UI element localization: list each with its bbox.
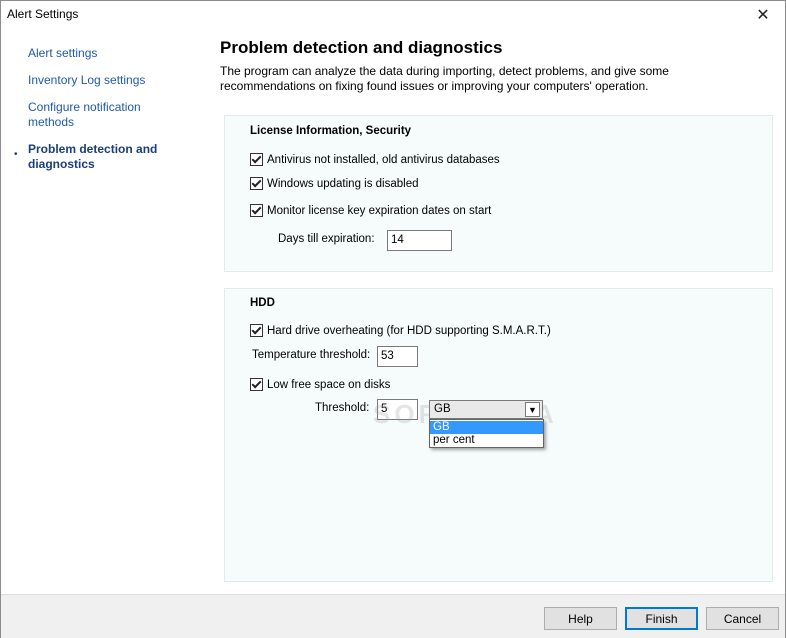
temperature-threshold-label: Temperature threshold: (252, 349, 371, 361)
threshold-label: Threshold: (315, 402, 370, 414)
overheat-check-row[interactable]: Hard drive overheating (for HDD supporti… (250, 324, 551, 337)
finish-button[interactable]: Finish (625, 607, 698, 630)
antivirus-checkbox[interactable] (250, 153, 263, 166)
active-bullet-icon: • (14, 149, 18, 160)
days-till-expiration-label: Days till expiration: (278, 233, 375, 245)
title-bar: Alert Settings ✕ (1, 1, 785, 29)
threshold-unit-dropdown: GB per cent (429, 419, 544, 448)
license-key-check-row[interactable]: Monitor license key expiration dates on … (250, 204, 491, 217)
dropdown-option-gb[interactable]: GB (430, 421, 543, 434)
checkmark-icon (251, 177, 262, 188)
temperature-threshold-field[interactable]: 53 (377, 346, 418, 367)
alert-settings-window: Alert Settings ✕ Alert settings Inventor… (0, 0, 786, 638)
chevron-down-icon[interactable]: ▼ (525, 402, 540, 417)
threshold-unit-select[interactable]: GB ▼ (429, 400, 543, 419)
checkmark-icon (251, 153, 262, 164)
window-title: Alert Settings (7, 7, 79, 21)
dropdown-option-per-cent[interactable]: per cent (430, 434, 543, 447)
hdd-group-title: HDD (250, 297, 275, 309)
license-group-title: License Information, Security (250, 125, 412, 137)
low-space-check-row[interactable]: Low free space on disks (250, 378, 390, 391)
overheat-check-label: Hard drive overheating (for HDD supporti… (267, 324, 551, 337)
license-group (224, 115, 773, 272)
antivirus-check-label: Antivirus not installed, old antivirus d… (267, 153, 500, 166)
license-key-check-label: Monitor license key expiration dates on … (267, 204, 492, 217)
checkmark-icon (251, 204, 262, 215)
close-icon[interactable]: ✕ (741, 1, 785, 29)
license-key-checkbox[interactable] (250, 204, 263, 217)
antivirus-check-row[interactable]: Antivirus not installed, old antivirus d… (250, 153, 500, 166)
sidebar-item-problem-detection[interactable]: Problem detection and diagnostics (28, 142, 168, 172)
sidebar-item-configure-notification[interactable]: Configure notification methods (28, 100, 158, 130)
low-space-check-label: Low free space on disks (267, 378, 391, 391)
cancel-button[interactable]: Cancel (706, 607, 779, 630)
page-description: The program can analyze the data during … (220, 64, 669, 93)
overheat-checkbox[interactable] (250, 324, 263, 337)
days-till-expiration-field[interactable]: 14 (387, 230, 452, 251)
windows-update-check-row[interactable]: Windows updating is disabled (250, 177, 419, 190)
threshold-unit-value: GB (434, 403, 451, 415)
sidebar-item-inventory-log-settings[interactable]: Inventory Log settings (28, 73, 188, 88)
page-title: Problem detection and diagnostics (220, 38, 503, 57)
sidebar-item-alert-settings[interactable]: Alert settings (28, 46, 188, 61)
help-button[interactable]: Help (544, 607, 617, 630)
checkmark-icon (251, 324, 262, 335)
low-space-checkbox[interactable] (250, 378, 263, 391)
footer: Help Finish Cancel (1, 594, 785, 638)
windows-update-checkbox[interactable] (250, 177, 263, 190)
threshold-field[interactable]: 5 (377, 399, 418, 420)
checkmark-icon (251, 378, 262, 389)
windows-update-check-label: Windows updating is disabled (267, 177, 419, 190)
